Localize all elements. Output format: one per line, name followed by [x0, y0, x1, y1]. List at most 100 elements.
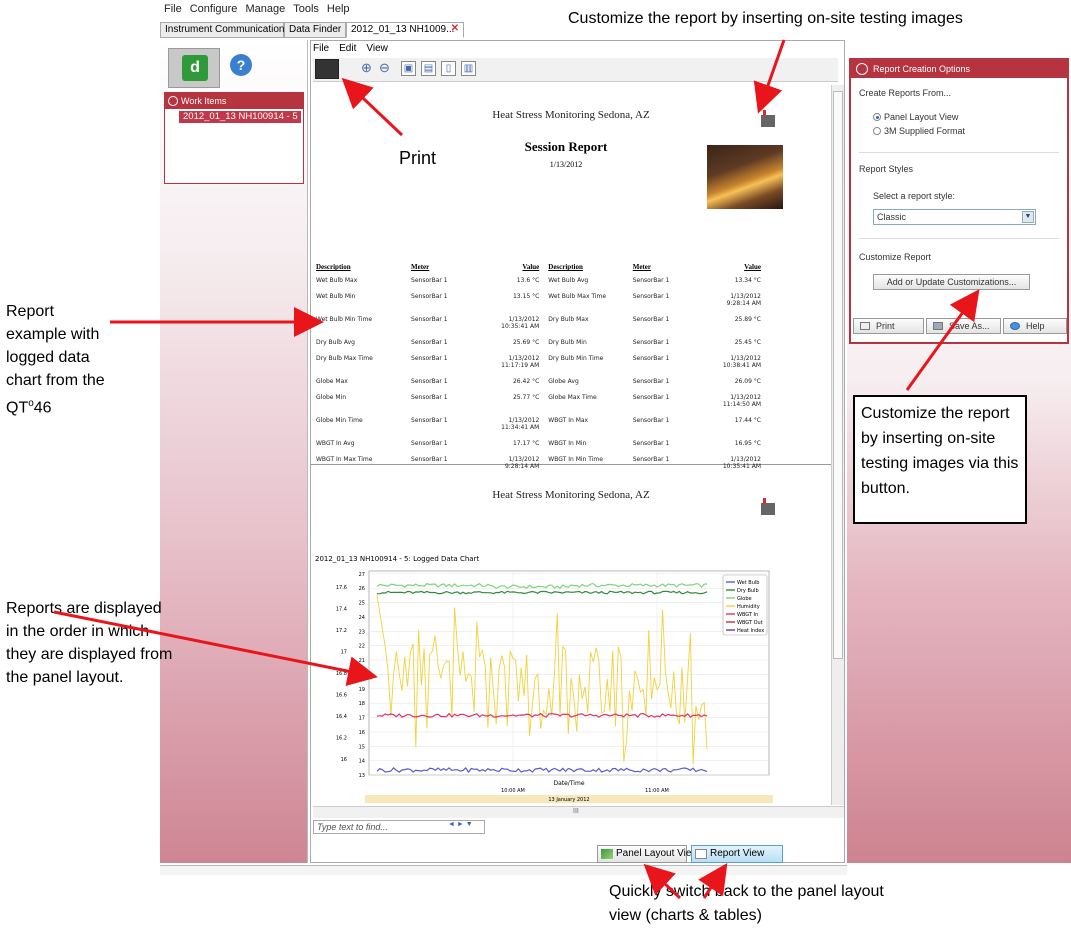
vertical-scrollbar[interactable]	[831, 85, 844, 805]
viewer-menu-view[interactable]: View	[366, 43, 388, 54]
viewer-menu-edit[interactable]: Edit	[339, 43, 356, 54]
table-cell: Dry Bulb Min Time	[548, 355, 604, 362]
table-cell: Globe Avg	[548, 378, 579, 385]
close-icon[interactable]: ✕	[451, 23, 459, 34]
radio-panel-layout-view[interactable]: Panel Layout View	[873, 112, 958, 122]
report-title: Session Report	[524, 139, 608, 154]
y-right-tick-label: 24	[359, 615, 365, 621]
app-home-button[interactable]: d	[168, 48, 220, 88]
divider	[859, 238, 1059, 239]
print-icon[interactable]	[315, 59, 339, 79]
find-placeholder: Type text to find...	[317, 822, 388, 832]
fit-width-icon[interactable]: ▤	[421, 61, 436, 76]
collapse-icon[interactable]	[856, 63, 868, 75]
tab-session[interactable]: 2012_01_13 NH1009... ✕	[346, 22, 464, 38]
create-from-label: Create Reports From...	[859, 88, 952, 98]
table-cell: SensorBar 1	[632, 394, 670, 401]
annotation-report-order: Reports are displayed in the order in wh…	[6, 600, 173, 686]
help-button[interactable]: Help	[1003, 318, 1067, 334]
report-options-header[interactable]: Report Creation Options	[851, 60, 1067, 78]
divider	[859, 152, 1059, 153]
work-items-header[interactable]: Work Items	[165, 93, 303, 109]
menu-file[interactable]: File	[164, 3, 182, 15]
annotation-report-example: Report example with logged data chart from …	[6, 303, 105, 417]
tab-data-finder[interactable]: Data Finder	[284, 22, 346, 38]
viewer-toolbar: ⊕ ⊖ ▣ ▤ ▯ ▥	[313, 58, 838, 82]
table-cell: Wet Bulb Min Time	[316, 316, 373, 323]
legend-label: WBGT In	[737, 612, 758, 618]
find-input[interactable]: Type text to find... ◄ ► ▼	[313, 820, 485, 834]
x-axis-title: Date/Time	[553, 780, 584, 787]
legend-label: Humidity	[737, 604, 760, 610]
menu-tools[interactable]: Tools	[293, 3, 319, 15]
zoom-in-icon[interactable]: ⊕	[359, 61, 374, 76]
chevron-down-icon[interactable]: ▼	[1022, 211, 1034, 223]
y-left-tick-label: 16.8	[336, 671, 347, 677]
table-row: Globe Min SensorBar 1 25.77 °C Globe Max Ti…	[315, 390, 769, 413]
save-as-button[interactable]: Save As...	[926, 318, 1001, 334]
hscroll-grip[interactable]: III	[573, 808, 579, 815]
report-style-select[interactable]: Classic ▼	[873, 209, 1036, 225]
work-items-panel: Work Items 2012_01_13 NH100914 - 5	[164, 92, 304, 184]
table-cell: 1/13/2012 10:38:41 AM	[722, 355, 761, 369]
y-left-tick-label: 16.6	[336, 692, 347, 698]
viewer-menu-file[interactable]: File	[313, 43, 329, 54]
y-left-tick-label: 17	[341, 650, 347, 656]
find-nav-arrows[interactable]: ◄ ► ▼	[448, 821, 473, 828]
table-cell: Wet Bulb Min	[316, 293, 356, 300]
report-view-button[interactable]: Report View	[691, 845, 783, 863]
report-style-value: Classic	[877, 212, 907, 222]
two-page-icon[interactable]: ▥	[461, 61, 476, 76]
site-photo	[707, 145, 783, 209]
scroll-thumb[interactable]	[833, 91, 843, 659]
table-cell: WBGT In Max	[548, 417, 589, 424]
y-right-tick-label: 20	[359, 672, 365, 678]
help-icon[interactable]: ?	[230, 54, 252, 76]
table-cell: 25.69 °C	[512, 339, 540, 346]
table-cell: SensorBar 1	[632, 293, 670, 300]
table-cell: 26.42 °C	[512, 378, 540, 385]
add-update-customizations-button[interactable]: Add or Update Customizations...	[873, 274, 1030, 290]
table-cell: SensorBar 1	[411, 378, 448, 385]
single-page-icon[interactable]: ▯	[441, 61, 456, 76]
legend-label: Heat Index	[737, 628, 764, 634]
zoom-out-icon[interactable]: ⊖	[377, 61, 392, 76]
menu-help[interactable]: Help	[327, 3, 350, 15]
table-cell: 25.89 °C	[734, 316, 761, 323]
fit-page-icon[interactable]: ▣	[401, 61, 416, 76]
y-left-tick-label: 16.4	[336, 714, 347, 720]
tab-instrument-communications[interactable]: Instrument Communications	[160, 22, 290, 38]
y-right-tick-label: 25	[359, 601, 365, 607]
radio-label: 3M Supplied Format	[884, 126, 966, 136]
customize-report-label: Customize Report	[859, 252, 932, 262]
y-right-tick-label: 21	[359, 658, 365, 664]
table-cell: WBGT In Avg	[316, 440, 355, 447]
menu-configure[interactable]: Configure	[190, 3, 238, 15]
table-cell: SensorBar 1	[411, 277, 448, 284]
report-view-label: Report View	[710, 848, 765, 859]
table-cell: 17.44 °C	[734, 417, 761, 424]
radio-3m-supplied-format[interactable]: 3M Supplied Format	[873, 126, 965, 136]
menu-manage[interactable]: Manage	[245, 3, 285, 15]
table-cell: 17.17 °C	[512, 440, 540, 447]
table-cell: Dry Bulb Max Time	[316, 355, 373, 362]
panel-layout-view-button[interactable]: Panel Layout View	[597, 845, 699, 863]
table-cell: SensorBar 1	[632, 339, 670, 346]
chart-icon	[601, 849, 613, 859]
y-right-tick-label: 22	[359, 644, 365, 650]
y-left-tick-label: 17.4	[336, 607, 347, 613]
y-left-tick-label: 16.2	[336, 735, 347, 741]
collapse-icon[interactable]	[168, 96, 178, 106]
y-right-tick-label: 14	[359, 759, 365, 765]
horizontal-scrollbar[interactable]: III	[313, 806, 844, 818]
print-button[interactable]: Print	[853, 318, 924, 334]
save-label: Save As...	[949, 321, 990, 331]
report-site-title: Heat Stress Monitoring Sedona, AZ	[492, 109, 650, 121]
logged-data-chart: 13 14 15 16 17 18 19 20 21 22 23 24 25 26 27 16 16.2 16.4…	[336, 570, 773, 803]
legend-label: WBGT Out	[737, 620, 763, 626]
table-cell: Globe Max	[316, 378, 348, 385]
report-viewer: File Edit View ⊕ ⊖ ▣ ▤ ▯ ▥ Heat Stress M…	[310, 40, 845, 863]
work-item[interactable]: 2012_01_13 NH100914 - 5	[179, 111, 301, 123]
table-cell: 1/13/2012 11:17:19 AM	[501, 355, 540, 369]
y-right-tick-label: 15	[359, 744, 365, 750]
